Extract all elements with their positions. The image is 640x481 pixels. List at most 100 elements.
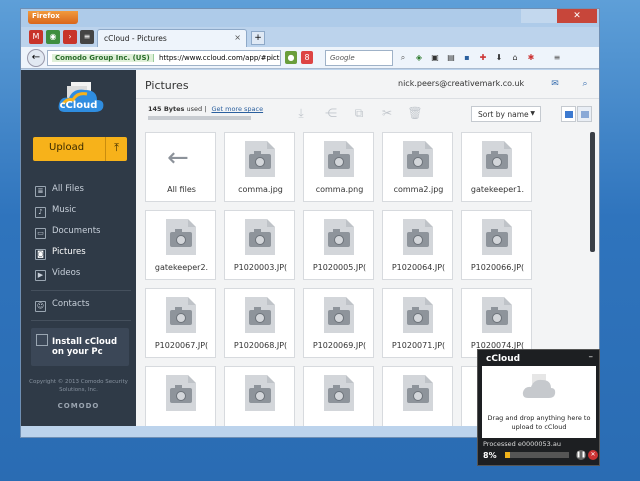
search-icon[interactable]: ⌕ xyxy=(576,76,594,92)
drop-instructions: Drag and drop anything here to upload to… xyxy=(482,414,596,432)
copy-icon[interactable]: ⧉ xyxy=(350,106,368,122)
addon-icon[interactable]: 8 xyxy=(301,51,313,64)
grid-view-icon[interactable] xyxy=(577,106,592,122)
image-file-icon xyxy=(482,219,512,255)
popup-minimize-button[interactable]: – xyxy=(589,352,594,362)
site-identity-badge[interactable]: Comodo Group Inc. (US) xyxy=(52,54,154,62)
image-file-icon xyxy=(324,219,354,255)
sidebar-item-documents[interactable]: ▭ Documents xyxy=(35,226,130,242)
list-view-icon[interactable] xyxy=(561,106,576,122)
image-file-icon xyxy=(245,141,275,177)
window-icon[interactable]: ▤ xyxy=(445,51,457,64)
tab-ccloud-pictures[interactable]: cCloud - Pictures × xyxy=(97,29,247,47)
file-name: P1020003.JP( xyxy=(233,263,288,272)
all-files-tile[interactable]: ← All files xyxy=(145,132,216,202)
camera-icon: ◙ xyxy=(35,249,46,260)
addon-icon[interactable]: ✱ xyxy=(525,51,537,64)
file-tile[interactable] xyxy=(303,366,374,426)
close-window-button[interactable]: ✕ xyxy=(557,9,597,23)
bookmark-star-icon[interactable]: ☆ xyxy=(269,53,276,62)
camera-icon xyxy=(407,385,429,403)
search-icon[interactable]: ⌕ xyxy=(397,51,409,64)
document-icon: ▭ xyxy=(35,228,46,239)
file-tile[interactable]: P1020068.JP( xyxy=(224,288,295,358)
file-name: P1020064.JP( xyxy=(391,263,446,272)
pinned-tab-icon[interactable]: ≡ xyxy=(80,30,94,44)
gmail-pinned-tab-icon[interactable]: M xyxy=(29,30,43,44)
file-tile[interactable]: P1020067.JP( xyxy=(145,288,216,358)
sidebar-item-pictures[interactable]: ◙ Pictures xyxy=(35,247,130,263)
sidebar-item-label: Music xyxy=(52,205,77,215)
processing-status: Processed e0000053.au xyxy=(483,440,561,448)
sidebar-item-music[interactable]: ♪ Music xyxy=(35,205,130,221)
file-tile[interactable]: P1020069.JP( xyxy=(303,288,374,358)
sidebar-item-all-files[interactable]: ≣ All Files xyxy=(35,184,130,200)
sidebar-item-contacts[interactable]: ☺ Contacts xyxy=(35,299,130,315)
file-tile[interactable]: P1020064.JP( xyxy=(382,210,453,280)
screen-icon[interactable]: ▣ xyxy=(429,51,441,64)
minimize-button[interactable] xyxy=(521,9,539,23)
camera-icon xyxy=(170,229,192,247)
tab-close-icon[interactable]: × xyxy=(234,33,241,42)
file-tile[interactable]: P1020066.JP( xyxy=(461,210,532,280)
file-tile[interactable]: comma.jpg xyxy=(224,132,295,202)
file-name: comma.jpg xyxy=(238,185,283,194)
sidebar-item-videos[interactable]: ▶ Videos xyxy=(35,268,130,284)
shield-icon[interactable]: ◈ xyxy=(413,51,425,64)
addon-icon[interactable]: ✚ xyxy=(477,51,489,64)
home-icon[interactable]: ⌂ xyxy=(509,51,521,64)
account-email[interactable]: nick.peers@creativemark.co.uk xyxy=(398,79,524,88)
save-icon[interactable]: ▪ xyxy=(461,51,473,64)
sidebar-item-label: Videos xyxy=(52,268,81,278)
file-tile[interactable]: P1020003.JP( xyxy=(224,210,295,280)
pinned-tab-icon[interactable]: ◉ xyxy=(46,30,60,44)
camera-icon xyxy=(328,229,350,247)
drop-instructions-line1: Drag and drop anything here to xyxy=(487,414,591,422)
mail-icon[interactable]: ✉ xyxy=(546,76,564,92)
download-icon[interactable]: ⤓ xyxy=(292,106,310,122)
cut-icon[interactable]: ✂ xyxy=(378,106,396,122)
addon-icon[interactable]: ● xyxy=(285,51,297,64)
file-tile[interactable]: gatekeeper1. xyxy=(461,132,532,202)
sidebar-item-label: Documents xyxy=(52,226,101,236)
file-tile[interactable]: P1020005.JP( xyxy=(303,210,374,280)
file-tile[interactable]: P1020074.JP( xyxy=(461,288,532,358)
install-ccloud-button[interactable]: Install cCloud on your Pc xyxy=(31,328,129,366)
download-icon[interactable]: ⬇ xyxy=(493,51,505,64)
file-name: comma2.jpg xyxy=(393,185,444,194)
file-tile[interactable] xyxy=(224,366,295,426)
file-tile[interactable]: comma.png xyxy=(303,132,374,202)
search-input[interactable]: Google xyxy=(325,50,393,66)
image-file-icon xyxy=(324,375,354,411)
trash-icon[interactable]: 🗑 xyxy=(406,106,424,122)
menu-icon[interactable]: ≡ xyxy=(551,51,563,64)
sort-dropdown[interactable]: Sort by name ▼ xyxy=(471,106,541,122)
pause-icon[interactable]: ❚❚ xyxy=(576,450,586,460)
file-tile[interactable] xyxy=(382,366,453,426)
get-more-space-link[interactable]: Get more space xyxy=(211,105,263,113)
url-text: https://www.ccloud.com/app/#picture xyxy=(158,54,281,62)
drop-zone[interactable]: Drag and drop anything here to upload to… xyxy=(482,366,596,438)
camera-icon xyxy=(486,229,508,247)
camera-icon xyxy=(407,307,429,325)
scrollbar[interactable] xyxy=(590,132,595,252)
url-bar[interactable]: Comodo Group Inc. (US) https://www.cclou… xyxy=(47,50,281,66)
maximize-button[interactable] xyxy=(539,9,557,23)
image-file-icon xyxy=(324,141,354,177)
share-icon[interactable]: ⋲ xyxy=(322,106,340,122)
file-name: comma.png xyxy=(315,185,364,194)
back-arrow-icon[interactable]: ← xyxy=(27,49,45,67)
file-tile[interactable]: P1020071.JP( xyxy=(382,288,453,358)
firefox-menu-button[interactable]: Firefox xyxy=(28,11,78,24)
file-tile[interactable] xyxy=(145,366,216,426)
image-file-icon xyxy=(324,297,354,333)
header-divider xyxy=(136,98,599,99)
new-tab-button[interactable]: + xyxy=(251,31,265,45)
upload-button[interactable]: Upload ⤒ xyxy=(33,137,127,161)
ccloud-logo[interactable]: cCloud xyxy=(21,70,136,132)
file-tile[interactable]: comma2.jpg xyxy=(382,132,453,202)
file-tile[interactable]: gatekeeper2. xyxy=(145,210,216,280)
comodo-brand: COMODO xyxy=(57,402,100,410)
pinned-tab-icon[interactable]: › xyxy=(63,30,77,44)
cancel-icon[interactable]: ✕ xyxy=(588,450,598,460)
